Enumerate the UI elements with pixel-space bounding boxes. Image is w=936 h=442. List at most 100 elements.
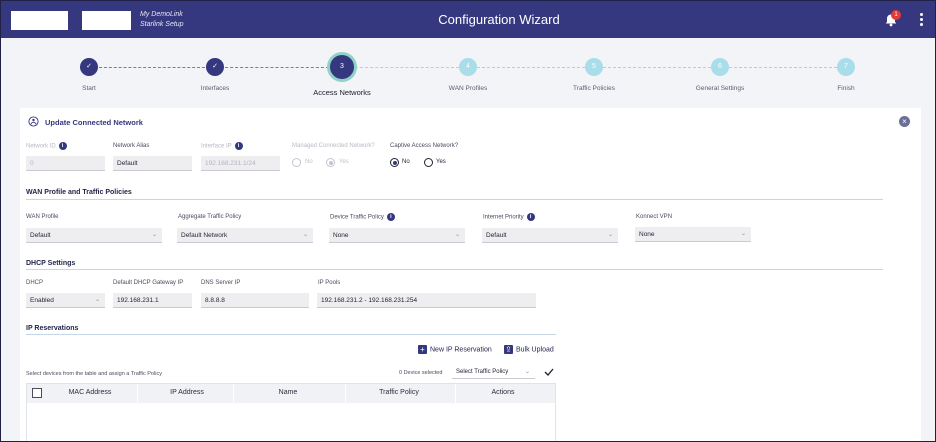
- section-divider: [26, 199, 883, 200]
- step-access-networks-marker[interactable]: 3: [330, 55, 354, 79]
- reservations-section-title: IP Reservations: [26, 325, 79, 332]
- internet-priority-label: Internet Priority i: [483, 213, 535, 221]
- chevron-down-icon: ⌄: [151, 232, 157, 238]
- step-connector: [99, 67, 205, 68]
- dhcp-select[interactable]: Enabled ⌄: [26, 293, 105, 308]
- step-interfaces-marker[interactable]: ✓: [206, 58, 224, 76]
- step-general-settings-label: General Settings: [695, 85, 745, 92]
- managed-yes-label: Yes: [339, 159, 349, 165]
- section-divider: [26, 334, 556, 335]
- chevron-down-icon: ⌄: [740, 231, 746, 237]
- close-icon[interactable]: ×: [899, 116, 910, 127]
- column-header-actions: Actions: [491, 389, 515, 396]
- interface-ip-field: 192.168.231.1/24: [201, 156, 280, 171]
- managed-no-radio[interactable]: [292, 158, 301, 167]
- wan-profile-select[interactable]: Default ⌄: [26, 228, 162, 243]
- wan-section-title: WAN Profile and Traffic Policies: [26, 189, 132, 196]
- table-header: MAC Address IP Address Name Traffic Poli…: [27, 384, 555, 403]
- column-divider: [137, 384, 138, 403]
- column-header-ip[interactable]: IP Address: [145, 389, 229, 396]
- captive-yes-radio[interactable]: [424, 158, 433, 167]
- gateway-label: Default DHCP Gateway IP: [113, 280, 184, 286]
- column-divider: [345, 384, 346, 403]
- step-connector: [477, 67, 585, 68]
- managed-yes-radio[interactable]: [326, 158, 335, 167]
- step-finish-marker[interactable]: 7: [837, 58, 855, 76]
- interface-ip-label: Interface IP i: [201, 142, 243, 150]
- chevron-down-icon: ⌄: [607, 232, 613, 238]
- konnect-vpn-select[interactable]: None ⌄: [635, 227, 751, 242]
- device-policy-label: Device Traffic Policy i: [330, 213, 395, 221]
- network-icon: [28, 116, 39, 127]
- step-connector: [225, 67, 329, 68]
- column-header-mac[interactable]: MAC Address: [51, 389, 129, 396]
- info-icon[interactable]: i: [234, 142, 243, 150]
- traffic-policy-select[interactable]: Select Traffic Policy ⌄: [452, 365, 535, 379]
- reservation-hint: Select devices from the table and assign…: [26, 371, 162, 377]
- captive-network-label: Captive Access Network?: [390, 143, 459, 149]
- app-window: My DemoLink Starlink Setup Configuration…: [0, 0, 936, 442]
- network-form-card: Update Connected Network × Network ID i 0…: [20, 108, 921, 441]
- chevron-down-icon: ⌄: [94, 297, 100, 303]
- column-divider: [455, 384, 456, 403]
- managed-no-label: No: [305, 159, 313, 165]
- section-divider: [26, 269, 883, 270]
- bulk-upload-button[interactable]: ⇪ Bulk Upload: [504, 345, 554, 354]
- column-divider: [233, 384, 234, 403]
- network-id-label: Network ID i: [26, 142, 67, 150]
- notification-badge: 1: [891, 10, 901, 20]
- dhcp-label: DHCP: [26, 280, 44, 286]
- dhcp-section-title: DHCP Settings: [26, 260, 76, 267]
- dns-label: DNS Server IP: [201, 280, 241, 286]
- step-connector: [355, 67, 459, 68]
- plus-icon: +: [418, 345, 427, 354]
- chevron-down-icon: ⌄: [454, 232, 460, 238]
- network-alias-input[interactable]: Default: [113, 156, 192, 171]
- info-icon[interactable]: i: [386, 213, 395, 221]
- captive-no-radio[interactable]: [390, 158, 399, 167]
- step-wan-profiles-marker[interactable]: 4: [459, 58, 477, 76]
- step-general-settings-marker[interactable]: 6: [711, 58, 729, 76]
- brand-subtitle: Starlink Setup: [140, 21, 184, 28]
- aggregate-policy-select[interactable]: Default Network ⌄: [177, 228, 313, 243]
- select-all-checkbox[interactable]: [32, 388, 42, 398]
- column-header-name[interactable]: Name: [241, 389, 335, 396]
- wan-profile-label: WAN Profile: [26, 214, 59, 220]
- page-title: Configuration Wizard: [438, 12, 560, 27]
- info-icon[interactable]: i: [58, 142, 67, 150]
- upload-icon: ⇪: [504, 345, 513, 354]
- check-icon[interactable]: [544, 368, 554, 376]
- wizard-stepper: ✓ ✓ 3 4 5 6 7 Start Interfaces Access Ne…: [1, 38, 935, 106]
- aggregate-policy-label: Aggregate Traffic Policy: [178, 214, 242, 220]
- network-id-field: 0: [26, 156, 105, 171]
- step-start-marker[interactable]: ✓: [80, 58, 98, 76]
- step-access-networks-label: Access Networks: [313, 88, 371, 97]
- info-icon[interactable]: i: [526, 213, 535, 221]
- step-traffic-policies-label: Traffic Policies: [573, 85, 615, 92]
- card-title: Update Connected Network: [45, 118, 143, 127]
- step-finish-label: Finish: [837, 85, 855, 92]
- step-wan-profiles-label: WAN Profiles: [448, 85, 488, 92]
- top-header: My DemoLink Starlink Setup Configuration…: [1, 1, 935, 38]
- step-connector: [603, 67, 711, 68]
- brand-name: My DemoLink: [140, 11, 183, 18]
- logo-placeholder-secondary: [82, 11, 131, 30]
- internet-priority-select[interactable]: Default ⌄: [482, 228, 618, 243]
- brand-block: My DemoLink Starlink Setup: [140, 10, 184, 30]
- step-start-label: Start: [82, 85, 96, 92]
- reservations-table: MAC Address IP Address Name Traffic Poli…: [26, 383, 556, 441]
- step-traffic-policies-marker[interactable]: 5: [585, 58, 603, 76]
- new-ip-reservation-button[interactable]: + New IP Reservation: [418, 345, 492, 354]
- device-policy-select[interactable]: None ⌄: [329, 228, 465, 243]
- selected-count: 0 Device selected: [399, 370, 443, 376]
- kebab-menu-icon[interactable]: [919, 13, 925, 27]
- step-connector: [729, 67, 837, 68]
- captive-yes-label: Yes: [436, 159, 446, 165]
- gateway-input[interactable]: 192.168.231.1: [113, 293, 192, 308]
- ip-pools-input[interactable]: 192.168.231.2 - 192.168.231.254: [317, 293, 536, 308]
- captive-no-label: No: [402, 159, 410, 165]
- dns-input[interactable]: 8.8.8.8: [201, 293, 309, 308]
- ip-pools-label: IP Pools: [318, 280, 341, 286]
- managed-network-label: Managed Connected Network?: [292, 143, 375, 149]
- column-header-policy[interactable]: Traffic Policy: [349, 389, 449, 396]
